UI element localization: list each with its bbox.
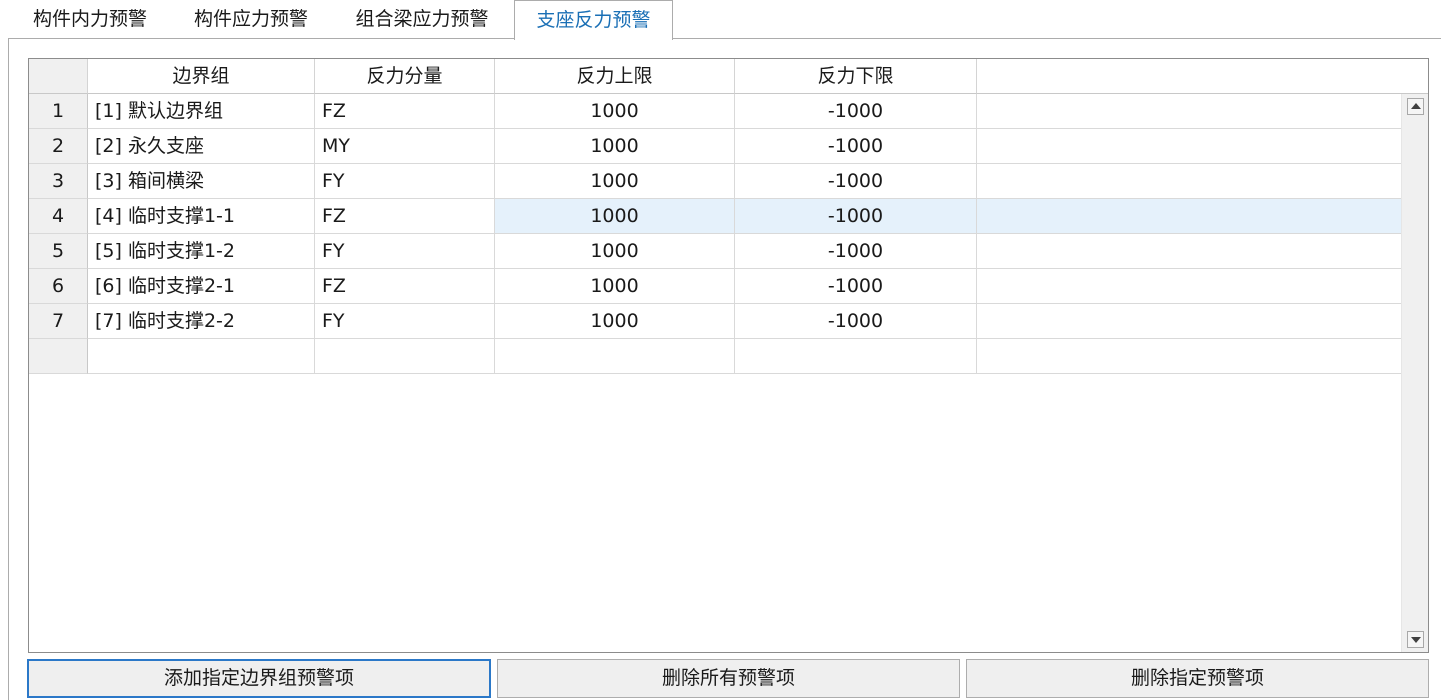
tab-member-force-warning[interactable]: 构件内力预警 — [10, 0, 170, 39]
tab-bar: 构件内力预警 构件应力预警 组合梁应力预警 支座反力预警 — [0, 0, 1441, 40]
tab-composite-beam-stress-warning[interactable]: 组合梁应力预警 — [334, 0, 510, 39]
tab-support-reaction-warning[interactable]: 支座反力预警 — [514, 0, 673, 40]
tab-panel — [8, 38, 1441, 700]
tab-member-stress-warning[interactable]: 构件应力预警 — [172, 0, 330, 39]
